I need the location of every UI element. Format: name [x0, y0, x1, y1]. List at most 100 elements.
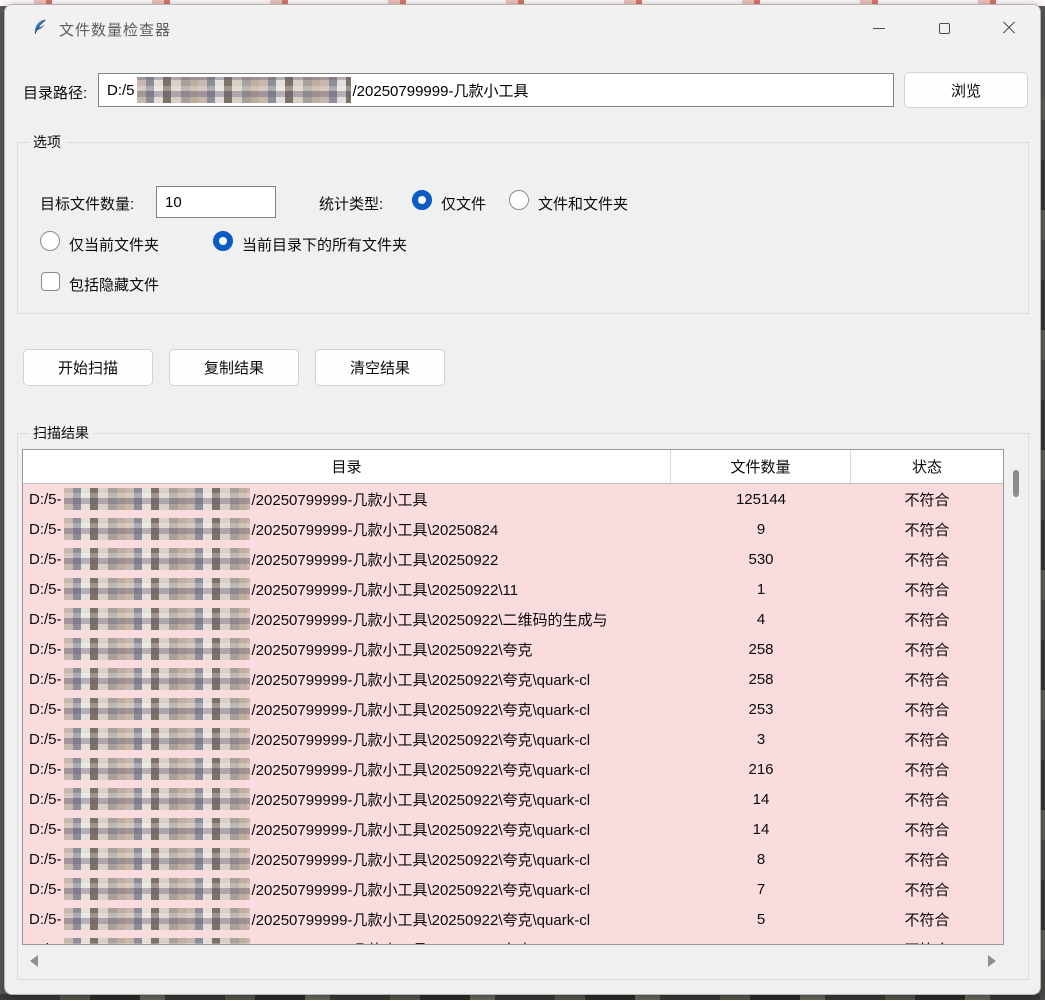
row-path-suffix: /20250799999-几款小工具\20250922\夸克\quark-cl: [252, 909, 591, 930]
row-path-prefix: D:/5-: [29, 731, 62, 748]
close-icon: [1002, 21, 1016, 35]
close-button[interactable]: [980, 11, 1038, 45]
window-title: 文件数量检查器: [59, 19, 171, 40]
table-row[interactable]: D:/5-/20250799999-几款小工具\20250922\夸克\quar…: [23, 874, 1003, 904]
cell-directory: D:/5- /20250799999-几款小工具\20250922\夸克\quar…: [23, 664, 671, 694]
cell-file-count: 8: [671, 844, 851, 874]
radio-files-and-folders-label[interactable]: 文件和文件夹: [538, 193, 628, 214]
table-row[interactable]: D:/5-/20250799999-几款小工具\20250922\夸克\quar…: [23, 784, 1003, 814]
cell-directory: D:/5-/20250799999-几款小工具\20250922\11: [23, 574, 671, 604]
row-blurred-segment: [64, 668, 250, 690]
cell-status: 不符合: [851, 664, 1003, 694]
table-row[interactable]: D:/5-/20250799999-几款小工具\20250824 9 不符合: [23, 514, 1003, 544]
vertical-scrollbar[interactable]: [1008, 449, 1024, 945]
cell-status: 不符合: [851, 814, 1003, 844]
include-hidden-checkbox[interactable]: [41, 272, 60, 291]
row-path-suffix: /20250799999-几款小工具: [252, 489, 428, 510]
cell-file-count: 7: [671, 874, 851, 904]
start-scan-button[interactable]: 开始扫描: [23, 349, 153, 386]
row-blurred-segment: [64, 848, 250, 870]
minimize-button[interactable]: [850, 11, 908, 45]
table-row[interactable]: D:/5-/20250799999-几款小工具\20250922\11 1 不符…: [23, 574, 1003, 604]
scroll-left-arrow-icon[interactable]: [30, 955, 38, 967]
path-input[interactable]: D:/5/20250799999-几款小工具: [98, 73, 894, 107]
row-path-prefix: D:/5-: [29, 671, 62, 688]
browse-button[interactable]: 浏览: [904, 72, 1028, 108]
row-path-suffix: /20250799999-几款小工具\20250922\夸克\quark-cl: [252, 669, 591, 690]
table-row[interactable]: D:/5-/20250799999-几款小工具 125144 不符合: [23, 484, 1003, 514]
path-value-prefix: D:/5: [107, 82, 135, 99]
radio-files-only[interactable]: [412, 190, 432, 210]
radio-files-and-folders[interactable]: [509, 190, 529, 210]
target-count-label: 目标文件数量:: [40, 193, 134, 214]
stat-type-label: 统计类型:: [319, 193, 383, 214]
row-path-suffix: /20250799999-几款小工具\20250922\夸克\quark-cl: [252, 849, 591, 870]
target-count-input[interactable]: 10: [156, 186, 276, 218]
copy-results-button[interactable]: 复制结果: [169, 349, 299, 386]
path-blurred-segment: [137, 77, 351, 103]
row-path-prefix: D:/5-: [29, 611, 62, 628]
cell-file-count: 253: [671, 694, 851, 724]
vertical-scrollbar-thumb[interactable]: [1013, 470, 1019, 497]
results-group: 扫描结果 目录 文件数量 状态 D:/5-/20250799999-几款小工具 …: [17, 433, 1029, 980]
radio-current-folder-only-label[interactable]: 仅当前文件夹: [69, 234, 159, 255]
radio-all-subfolders-label[interactable]: 当前目录下的所有文件夹: [242, 234, 407, 255]
cell-file-count: 3: [671, 724, 851, 754]
cell-file-count: 14: [671, 814, 851, 844]
row-path-prefix: D:/5-: [29, 761, 62, 778]
column-header-directory[interactable]: 目录: [23, 450, 671, 483]
table-row[interactable]: D:/5- /20250799999-几款小工具\20250922\二维码的生成与…: [23, 604, 1003, 634]
cell-status: 不符合: [851, 904, 1003, 934]
row-blurred-segment: [64, 818, 250, 840]
table-row[interactable]: D:/5-/20250799999-几款小工具\20250922\夸克\quar…: [23, 814, 1003, 844]
table-row[interactable]: D:/5-/20250799999-几款小工具\20250922\夸克\quar…: [23, 724, 1003, 754]
cell-directory: D:/5-/20250799999-几款小工具\20250922\夸克\quar…: [23, 934, 671, 945]
cell-file-count: 4: [671, 604, 851, 634]
table-row[interactable]: D:/5- /20250799999-几款小工具\20250922\夸克\quar…: [23, 754, 1003, 784]
table-row[interactable]: D:/5-/20250799999-几款小工具\20250922\夸克\quar…: [23, 934, 1003, 945]
row-path-suffix: /20250799999-几款小工具\20250922\二维码的生成与: [252, 609, 608, 630]
table-row[interactable]: D:/5-/20250799999-几款小工具\20250922\夸克 258 …: [23, 634, 1003, 664]
row-path-prefix: D:/5-: [29, 941, 62, 946]
row-blurred-segment: [64, 608, 250, 630]
maximize-button[interactable]: [915, 11, 973, 45]
row-path-suffix: /20250799999-几款小工具\20250922: [252, 549, 499, 570]
radio-current-folder-only[interactable]: [40, 231, 60, 251]
scroll-right-arrow-icon[interactable]: [988, 955, 996, 967]
results-table: 目录 文件数量 状态 D:/5-/20250799999-几款小工具 12514…: [22, 449, 1004, 945]
options-group-title: 选项: [28, 132, 66, 152]
row-path-prefix: D:/5-: [29, 641, 62, 658]
column-header-status[interactable]: 状态: [851, 450, 1003, 483]
clear-results-button[interactable]: 清空结果: [315, 349, 445, 386]
row-blurred-segment: [64, 758, 250, 780]
radio-all-subfolders[interactable]: [213, 231, 233, 251]
cell-status: 不符合: [851, 574, 1003, 604]
cell-directory: D:/5-/20250799999-几款小工具\20250922\夸克\quar…: [23, 784, 671, 814]
cell-file-count: 14: [671, 784, 851, 814]
column-header-count[interactable]: 文件数量: [671, 450, 851, 483]
cell-status: 不符合: [851, 514, 1003, 544]
row-path-prefix: D:/5-: [29, 581, 62, 598]
table-row[interactable]: D:/5- /20250799999-几款小工具\20250922\夸克\quar…: [23, 664, 1003, 694]
row-blurred-segment: [64, 548, 250, 570]
table-row[interactable]: D:/5-/20250799999-几款小工具\20250922\夸克\quar…: [23, 694, 1003, 724]
horizontal-scrollbar[interactable]: [22, 951, 1004, 971]
titlebar[interactable]: 文件数量检查器: [5, 5, 1040, 51]
cell-directory: D:/5-/20250799999-几款小工具\20250922: [23, 544, 671, 574]
include-hidden-label[interactable]: 包括隐藏文件: [69, 274, 159, 295]
radio-files-only-label[interactable]: 仅文件: [441, 193, 486, 214]
table-row[interactable]: D:/5-/20250799999-几款小工具\20250922\夸克\quar…: [23, 904, 1003, 934]
row-path-suffix: /20250799999-几款小工具\20250922\夸克\quark-cl: [252, 759, 591, 780]
row-blurred-segment: [64, 908, 250, 930]
cell-status: 不符合: [851, 784, 1003, 814]
cell-file-count: 5: [671, 904, 851, 934]
row-path-suffix: /20250799999-几款小工具\20250922\夸克: [252, 639, 533, 660]
cell-directory: D:/5-/20250799999-几款小工具: [23, 484, 671, 514]
row-blurred-segment: [64, 728, 250, 750]
row-path-suffix: /20250799999-几款小工具\20250824: [252, 519, 499, 540]
cell-status: 不符合: [851, 874, 1003, 904]
table-row[interactable]: D:/5-/20250799999-几款小工具\20250922\夸克\quar…: [23, 844, 1003, 874]
row-blurred-segment: [64, 938, 250, 945]
row-path-prefix: D:/5-: [29, 881, 62, 898]
table-row[interactable]: D:/5-/20250799999-几款小工具\20250922 530 不符合: [23, 544, 1003, 574]
